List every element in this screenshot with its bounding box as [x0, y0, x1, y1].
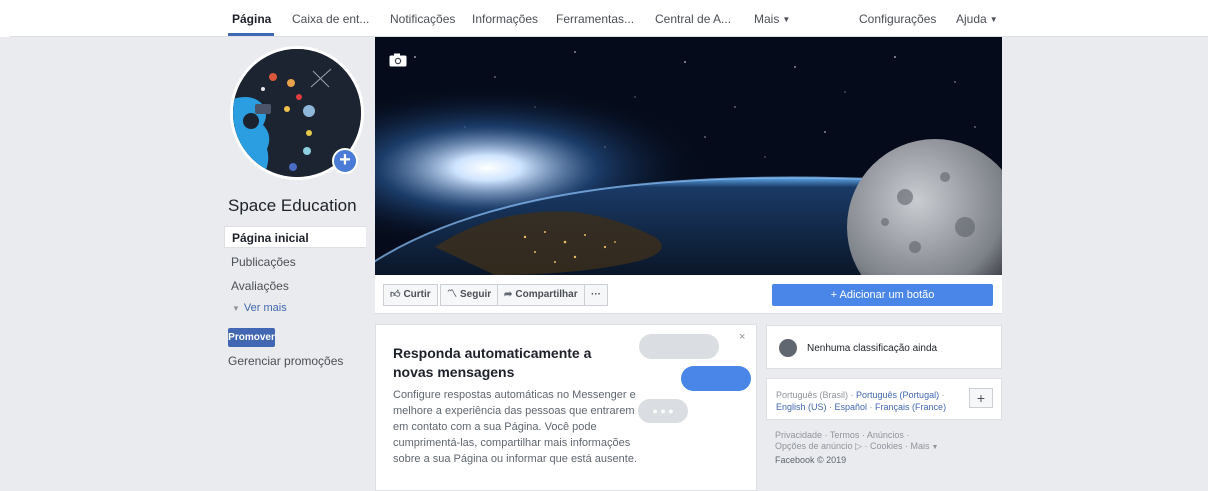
add-profile-photo-icon[interactable]: + — [332, 148, 358, 174]
language-link[interactable]: English (US) — [776, 402, 827, 412]
footer-link-ad-choices[interactable]: Opções de anúncio — [775, 441, 853, 451]
caret-down-icon: ▼ — [989, 15, 998, 24]
copyright-text: Facebook © 2019 — [775, 455, 847, 465]
language-link[interactable]: Português (Portugal) — [856, 390, 939, 400]
footer-link-privacy[interactable]: Privacidade — [775, 430, 822, 440]
tab-settings[interactable]: Configurações — [859, 12, 936, 26]
page-title: Space Education — [228, 196, 357, 215]
cover-photo[interactable] — [375, 37, 1002, 275]
tab-ad-center[interactable]: Central de A... — [655, 12, 731, 26]
separator: · — [848, 390, 857, 400]
rating-status: Nenhuma classificação ainda — [807, 343, 938, 354]
ad-choices-icon: ▷ — [855, 441, 862, 451]
more-options-button[interactable]: ··· — [584, 284, 608, 306]
footer-link-more[interactable]: Mais ▼ — [911, 441, 939, 451]
tab-more-label: Mais — [754, 12, 780, 26]
tab-more[interactable]: Mais ▼ — [754, 12, 790, 26]
rating-card: Nenhuma classificação ainda — [766, 325, 1002, 369]
footer-link-ads[interactable]: Anúncios — [867, 430, 904, 440]
sidebar-item-home[interactable]: Página inicial — [224, 226, 366, 248]
tab-help-label: Ajuda — [956, 12, 987, 26]
see-more-label: Ver mais — [243, 302, 287, 314]
add-language-button[interactable]: + — [969, 388, 993, 408]
language-list: Português (Brasil) · Português (Portugal… — [776, 389, 966, 413]
thumbs-up-icon: 👍︎ — [390, 289, 401, 300]
tab-inbox[interactable]: Caixa de ent... — [292, 12, 369, 26]
footer-link-cookies[interactable]: Cookies — [870, 441, 903, 451]
footer-link-terms[interactable]: Termos — [830, 430, 860, 440]
separator: · — [826, 402, 835, 412]
manage-promotions-link[interactable]: Gerenciar promoções — [228, 354, 343, 368]
message-bubble-illustration — [639, 334, 719, 359]
tab-publishing-tools[interactable]: Ferramentas... — [556, 12, 634, 26]
follow-button[interactable]: 〽 Seguir — [440, 284, 499, 306]
add-button-cta[interactable]: + Adicionar um botão — [772, 284, 993, 306]
language-link[interactable]: Français (France) — [875, 402, 946, 412]
rating-bubble-icon — [779, 339, 797, 357]
close-icon[interactable]: × — [739, 331, 745, 343]
footer-more-label: Mais — [910, 441, 930, 451]
follow-label: Seguir — [460, 289, 492, 300]
tab-insights[interactable]: Informações — [472, 12, 538, 26]
camera-icon[interactable] — [389, 53, 407, 67]
separator: · — [867, 402, 876, 412]
tab-notifications[interactable]: Notificações — [390, 12, 455, 26]
language-link[interactable]: Español — [835, 402, 868, 412]
message-bubble-illustration — [681, 366, 751, 391]
share-button[interactable]: ➦ Compartilhar — [497, 284, 585, 306]
like-button[interactable]: 👍︎ Curtir — [383, 284, 438, 306]
share-label: Compartilhar — [515, 289, 578, 300]
tab-page[interactable]: Página — [232, 12, 271, 26]
caret-down-icon: ▼ — [929, 444, 939, 451]
page-top-nav: Página Caixa de ent... Notificações Info… — [0, 0, 1208, 37]
footer-links: Privacidade · Termos · Anúncios · Opções… — [775, 430, 939, 451]
see-more-link[interactable]: ▼ Ver mais — [232, 302, 287, 314]
triangle-down-icon: ▼ — [232, 304, 240, 313]
language-card: Português (Brasil) · Português (Portugal… — [766, 378, 1002, 420]
cover-image — [375, 37, 1002, 275]
current-language: Português (Brasil) — [776, 390, 849, 400]
sidebar-item-reviews[interactable]: Avaliações — [224, 275, 366, 297]
typing-indicator-icon: ● ● ● — [638, 399, 688, 423]
promote-button[interactable]: Promover — [228, 328, 275, 347]
tab-help[interactable]: Ajuda ▼ — [956, 12, 998, 26]
sidebar-item-posts[interactable]: Publicações — [224, 251, 366, 273]
auto-reply-card: Responda automaticamente a novas mensage… — [375, 324, 757, 491]
rss-icon: 〽 — [447, 289, 457, 300]
auto-reply-description: Configure respostas automáticas no Messe… — [393, 389, 637, 465]
auto-reply-title: Responda automaticamente a novas mensage… — [393, 345, 592, 380]
like-label: Curtir — [403, 289, 431, 300]
share-arrow-icon: ➦ — [504, 289, 513, 300]
caret-down-icon: ▼ — [782, 15, 791, 24]
separator: · — [939, 390, 945, 400]
